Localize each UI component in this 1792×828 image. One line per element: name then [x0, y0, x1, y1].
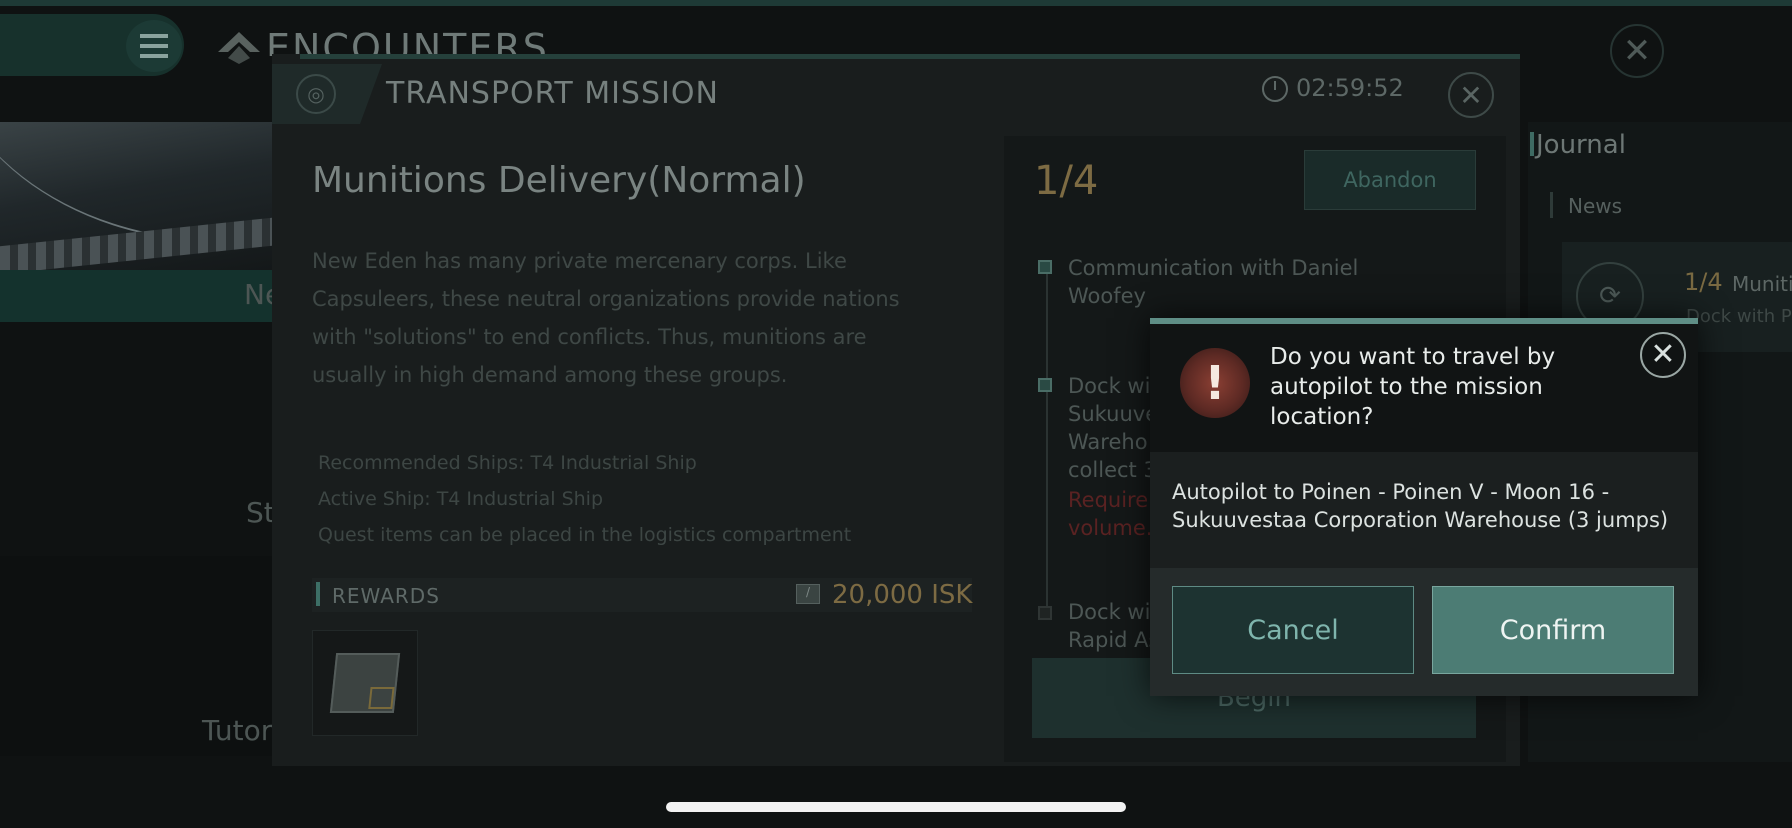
- crate-icon: [329, 653, 401, 713]
- step-1-line-1: Communication with Daniel: [1068, 256, 1359, 280]
- mission-timer: 02:59:52: [1296, 74, 1404, 102]
- isk-icon: /: [796, 584, 820, 604]
- hamburger-icon: [140, 31, 168, 61]
- journal-accent: [1530, 132, 1534, 156]
- active-ship: Active Ship: T4 Industrial Ship: [318, 488, 604, 510]
- recommended-ships: Recommended Ships: T4 Industrial Ship: [318, 452, 697, 474]
- step-counter: 1/4: [1034, 158, 1099, 204]
- location-icon: ◎: [296, 74, 336, 114]
- journal-item-progress: 1/4: [1684, 268, 1723, 296]
- journal-item-subtitle: Dock with P: [1686, 306, 1792, 327]
- reward-isk-amount: 20,000 ISK: [832, 580, 973, 610]
- journal-title: Journal: [1536, 130, 1626, 160]
- step-2-requirement-2: volume.: [1068, 516, 1150, 540]
- journal-item-name: Muniti: [1732, 272, 1792, 296]
- clock-icon: [1262, 76, 1288, 102]
- abandon-button[interactable]: Abandon: [1304, 150, 1476, 210]
- step-2-line-1: Dock wi: [1068, 374, 1150, 398]
- mission-description: New Eden has many private mercenary corp…: [312, 249, 900, 387]
- close-icon: ✕: [1459, 78, 1483, 112]
- step-marker: [1038, 260, 1052, 274]
- screen-close-button[interactable]: ✕: [1610, 24, 1664, 78]
- cancel-button[interactable]: Cancel: [1172, 586, 1414, 674]
- steps-timeline: [1046, 268, 1048, 610]
- confirm-button[interactable]: Confirm: [1432, 586, 1674, 674]
- step-2-line-3: Wareho: [1068, 430, 1148, 454]
- mission-name: Munitions Delivery(Normal): [312, 160, 806, 201]
- home-indicator[interactable]: [666, 802, 1126, 812]
- reward-item-crate[interactable]: [312, 630, 418, 736]
- mission-close-button[interactable]: ✕: [1448, 72, 1494, 118]
- step-2-line-2: Sukuuve: [1068, 402, 1150, 426]
- tutorial-card-label: Tutor: [202, 714, 273, 747]
- step-3-line-1: Dock wi: [1068, 600, 1150, 624]
- step-2-requirement-1: Require: [1068, 488, 1149, 512]
- close-icon: ✕: [1622, 31, 1652, 71]
- quest-items-note: Quest items can be placed in the logisti…: [318, 524, 852, 546]
- step-2-line-4: collect 3: [1068, 458, 1150, 482]
- dialog-question: Do you want to travel by autopilot to th…: [1270, 344, 1556, 430]
- rewards-accent: [316, 582, 320, 606]
- dialog-close-button[interactable]: ✕: [1640, 332, 1686, 378]
- rewards-label: REWARDS: [332, 584, 440, 608]
- step-1-line-2: Woofey: [1068, 284, 1146, 308]
- step-marker: [1038, 606, 1052, 620]
- warning-icon: !: [1180, 348, 1250, 418]
- dialog-autopilot-route: Autopilot to Poinen - Poinen V - Moon 16…: [1172, 480, 1669, 532]
- news-accent: [1550, 192, 1553, 218]
- journal-news-tab[interactable]: News: [1568, 194, 1622, 218]
- autopilot-dialog: ! Do you want to travel by autopilot to …: [1150, 318, 1698, 696]
- encounters-logo-icon: [218, 32, 260, 64]
- step-3-line-2: Rapid As: [1068, 628, 1150, 652]
- new-card-band: [0, 270, 272, 322]
- menu-button[interactable]: [126, 20, 182, 72]
- screen-title: ENCOUNTERS: [266, 26, 549, 56]
- close-icon: ✕: [1650, 337, 1676, 372]
- new-encounters-card-image[interactable]: [0, 122, 272, 270]
- step-marker: [1038, 378, 1052, 392]
- mission-window-topline: [300, 54, 1520, 59]
- mission-window-title: TRANSPORT MISSION: [386, 76, 719, 111]
- story-card-label: St: [246, 496, 275, 529]
